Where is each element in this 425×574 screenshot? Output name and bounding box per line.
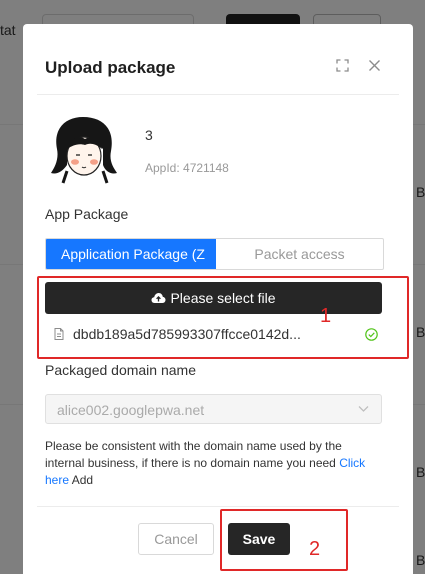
- modal-title: Upload package: [45, 58, 176, 77]
- app-avatar: [51, 117, 117, 184]
- help-suffix: Add: [69, 473, 94, 487]
- footer-divider: [37, 506, 399, 507]
- header-divider: [37, 94, 399, 95]
- cancel-button[interactable]: Cancel: [138, 523, 214, 555]
- fullscreen-icon[interactable]: [336, 59, 349, 72]
- chevron-down-icon: [358, 406, 369, 412]
- app-id: AppId: 4721148: [145, 161, 229, 175]
- tab-packet-access[interactable]: Packet access: [216, 239, 383, 269]
- tab-application-package[interactable]: Application Package (Z: [46, 239, 216, 269]
- annotation-number-2: 2: [309, 538, 321, 560]
- domain-select[interactable]: alice002.googlepwa.net: [45, 394, 382, 424]
- domain-help-text: Please be consistent with the domain nam…: [45, 438, 375, 489]
- package-type-tabs: Application Package (Z Packet access: [45, 238, 384, 270]
- annotation-box-1: [37, 276, 409, 359]
- annotation-number-1: 1: [320, 305, 332, 327]
- domain-value: alice002.googlepwa.net: [57, 402, 205, 418]
- annotation-box-2: [220, 509, 348, 571]
- app-package-label: App Package: [45, 206, 129, 222]
- close-icon[interactable]: [368, 59, 381, 72]
- help-text: Please be consistent with the domain nam…: [45, 439, 342, 470]
- app-name: 3: [145, 127, 153, 143]
- domain-label: Packaged domain name: [45, 362, 196, 378]
